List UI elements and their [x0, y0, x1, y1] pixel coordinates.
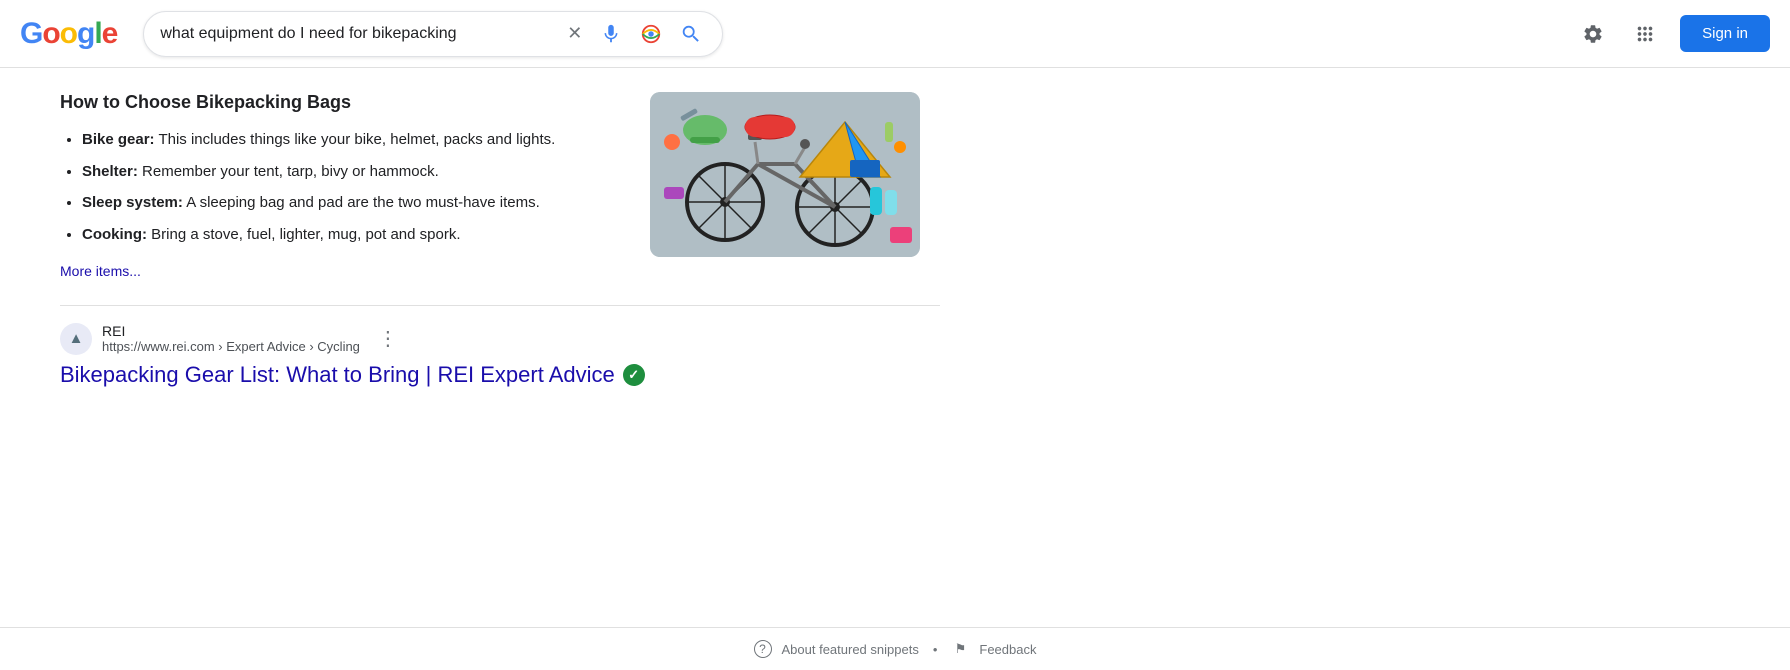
image-search-button[interactable] — [636, 19, 666, 49]
bottom-bar: ? About featured snippets • ⚑ Feedback — [0, 627, 1790, 670]
result-source: ▲ REI https://www.rei.com › Expert Advic… — [60, 322, 940, 355]
separator-dot: • — [933, 642, 938, 657]
verified-check-icon: ✓ — [628, 367, 639, 383]
snippet-list: Bike gear: This includes things like you… — [60, 127, 620, 247]
list-item-text-3: A sleeping bag and pad are the two must-… — [186, 194, 540, 211]
list-item: Shelter: Remember your tent, tarp, bivy … — [82, 159, 620, 185]
result-site-name: REI — [102, 323, 360, 339]
result-menu-button[interactable]: ⋮ — [370, 322, 406, 355]
result-url: https://www.rei.com › Expert Advice › Cy… — [102, 339, 360, 354]
more-items-link[interactable]: More items... — [60, 263, 141, 279]
header-right: Sign in — [1576, 15, 1770, 52]
search-button[interactable] — [676, 19, 706, 49]
voice-search-button[interactable] — [596, 19, 626, 49]
result-title-link[interactable]: Bikepacking Gear List: What to Bring | R… — [60, 361, 615, 390]
list-item-text-4: Bring a stove, fuel, lighter, mug, pot a… — [151, 226, 460, 243]
logo-l: l — [94, 17, 101, 51]
clear-icon: ✕ — [567, 23, 582, 44]
logo-e: e — [102, 17, 118, 51]
search-input[interactable] — [160, 25, 553, 43]
list-item-text-1: This includes things like your bike, hel… — [158, 131, 555, 148]
gear-icon — [1582, 23, 1604, 45]
grid-icon — [1634, 23, 1656, 45]
clear-button[interactable]: ✕ — [563, 19, 586, 48]
list-item: Sleep system: A sleeping bag and pad are… — [82, 190, 620, 216]
google-logo: Google — [20, 17, 117, 51]
snippet-title: How to Choose Bikepacking Bags — [60, 92, 620, 113]
list-item: Cooking: Bring a stove, fuel, lighter, m… — [82, 222, 620, 248]
mic-icon — [600, 23, 622, 45]
result-favicon: ▲ — [60, 323, 92, 355]
main-content: How to Choose Bikepacking Bags Bike gear… — [0, 68, 1000, 414]
list-item-label-1: Bike gear: — [82, 131, 155, 148]
search-bar: ✕ — [143, 11, 723, 57]
result-source-info: REI https://www.rei.com › Expert Advice … — [102, 323, 360, 354]
snippet-text-area: How to Choose Bikepacking Bags Bike gear… — [60, 92, 620, 281]
logo-o2: o — [60, 17, 77, 51]
about-snippets-icon: ? — [754, 640, 772, 658]
logo-o1: o — [42, 17, 59, 51]
featured-snippet: How to Choose Bikepacking Bags Bike gear… — [60, 92, 940, 281]
feedback-icon: ⚑ — [951, 640, 969, 658]
search-icon — [680, 23, 702, 45]
snippet-divider — [60, 305, 940, 306]
about-snippets-link[interactable]: About featured snippets — [782, 642, 919, 657]
settings-button[interactable] — [1576, 17, 1610, 51]
sign-in-button[interactable]: Sign in — [1680, 15, 1770, 52]
snippet-image — [650, 92, 920, 257]
feedback-link[interactable]: Feedback — [979, 642, 1036, 657]
logo-g: G — [20, 17, 42, 51]
apps-button[interactable] — [1628, 17, 1662, 51]
lens-icon — [640, 23, 662, 45]
list-item-label-2: Shelter: — [82, 163, 138, 180]
list-item-label-3: Sleep system: — [82, 194, 183, 211]
list-item: Bike gear: This includes things like you… — [82, 127, 620, 153]
list-item-text-2: Remember your tent, tarp, bivy or hammoc… — [142, 163, 439, 180]
header: Google ✕ — [0, 0, 1790, 68]
snippet-illustration — [650, 92, 920, 257]
list-item-label-4: Cooking: — [82, 226, 147, 243]
search-result-rei: ▲ REI https://www.rei.com › Expert Advic… — [60, 322, 940, 390]
favicon-symbol: ▲ — [69, 330, 84, 347]
verified-badge: ✓ — [623, 364, 645, 386]
logo-g2: g — [77, 17, 94, 51]
result-title-row: Bikepacking Gear List: What to Bring | R… — [60, 361, 940, 390]
